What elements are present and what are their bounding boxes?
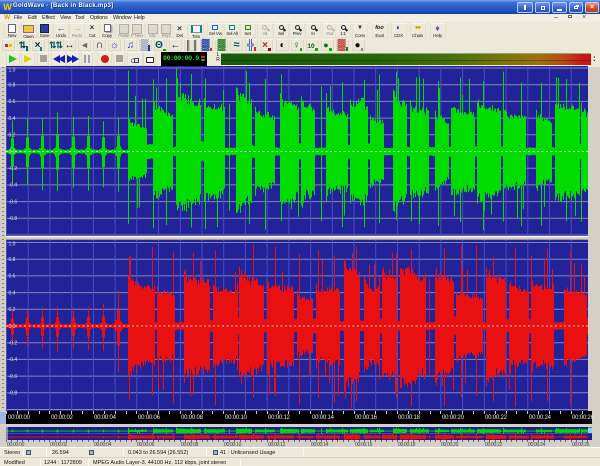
svg-text:1.0: 1.0 (9, 68, 16, 74)
svg-text:0.0: 0.0 (9, 324, 16, 330)
svg-text:0.4: 0.4 (9, 290, 16, 296)
svg-text:0.4: 0.4 (9, 116, 16, 122)
svg-text:0.6: 0.6 (9, 274, 16, 280)
svg-text:0.8: 0.8 (9, 83, 16, 89)
svg-text:-0.8: -0.8 (9, 391, 18, 397)
svg-text:-0.2: -0.2 (9, 166, 18, 172)
svg-text:0.2: 0.2 (9, 307, 16, 313)
svg-text:0.0: 0.0 (9, 149, 16, 155)
svg-text:0.6: 0.6 (9, 99, 16, 105)
svg-text:-0.6: -0.6 (9, 199, 18, 205)
svg-text:-0.4: -0.4 (9, 183, 18, 189)
svg-text:0.2: 0.2 (9, 133, 16, 139)
svg-text:-0.8: -0.8 (9, 216, 18, 222)
svg-text:-0.4: -0.4 (9, 357, 18, 363)
svg-text:-0.2: -0.2 (9, 341, 18, 347)
svg-text:-0.6: -0.6 (9, 374, 18, 380)
svg-text:1.0: 1.0 (9, 242, 16, 248)
svg-text:0.8: 0.8 (9, 257, 16, 263)
